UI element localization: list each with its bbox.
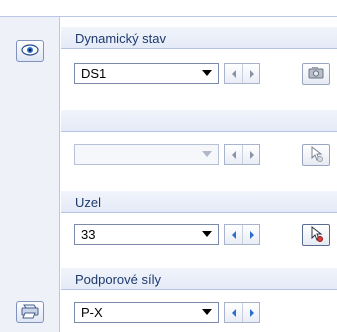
arrow-right-icon [249,308,254,317]
previous-button[interactable] [225,145,243,164]
chevron-down-icon [202,70,212,76]
node-select[interactable]: 33 [74,224,219,245]
previous-button[interactable] [225,225,243,244]
arrow-left-icon [231,150,236,159]
empty-select[interactable] [74,144,219,165]
arrow-left-icon [231,230,236,239]
support-forces-select[interactable]: P-X [74,302,219,323]
empty-stepper[interactable] [224,144,260,165]
next-button[interactable] [243,225,260,244]
dynamic-state-stepper[interactable] [224,63,260,84]
pick-cursor-icon [308,145,324,166]
next-button[interactable] [243,64,260,83]
print-icon [20,303,40,322]
arrow-left-icon [231,69,236,78]
dynamic-state-select[interactable]: DS1 [74,63,219,84]
eye-icon [21,43,39,59]
left-toolbar [0,17,60,332]
select-value: P-X [81,305,103,320]
section-header-node: Uzel [61,191,337,213]
select-value: DS1 [81,66,107,81]
view-camera-button[interactable] [302,63,330,85]
chevron-down-icon [202,151,212,157]
next-button[interactable] [243,303,260,322]
arrow-right-icon [249,230,254,239]
section-label: Podporové síly [75,272,161,287]
arrow-right-icon [249,69,254,78]
arrow-right-icon [249,150,254,159]
previous-button[interactable] [225,303,243,322]
select-value: 33 [81,227,96,242]
pick-node-icon [308,225,324,246]
chevron-down-icon [202,231,212,237]
pick-node-button[interactable] [302,224,330,246]
node-stepper[interactable] [224,224,260,245]
section-header-empty [61,110,337,132]
next-button[interactable] [243,145,260,164]
show-results-button[interactable] [16,40,44,62]
section-label: Uzel [75,195,102,210]
section-header-support-forces: Podporové síly [61,268,337,290]
view-camera-icon [307,66,325,83]
chevron-down-icon [202,309,212,315]
section-header-dynamic-state: Dynamický stav [61,27,337,49]
support-forces-stepper[interactable] [224,302,260,323]
previous-button[interactable] [225,64,243,83]
print-button[interactable] [16,301,44,323]
arrow-left-icon [231,308,236,317]
section-label: Dynamický stav [75,31,167,46]
pick-button[interactable] [302,144,330,166]
